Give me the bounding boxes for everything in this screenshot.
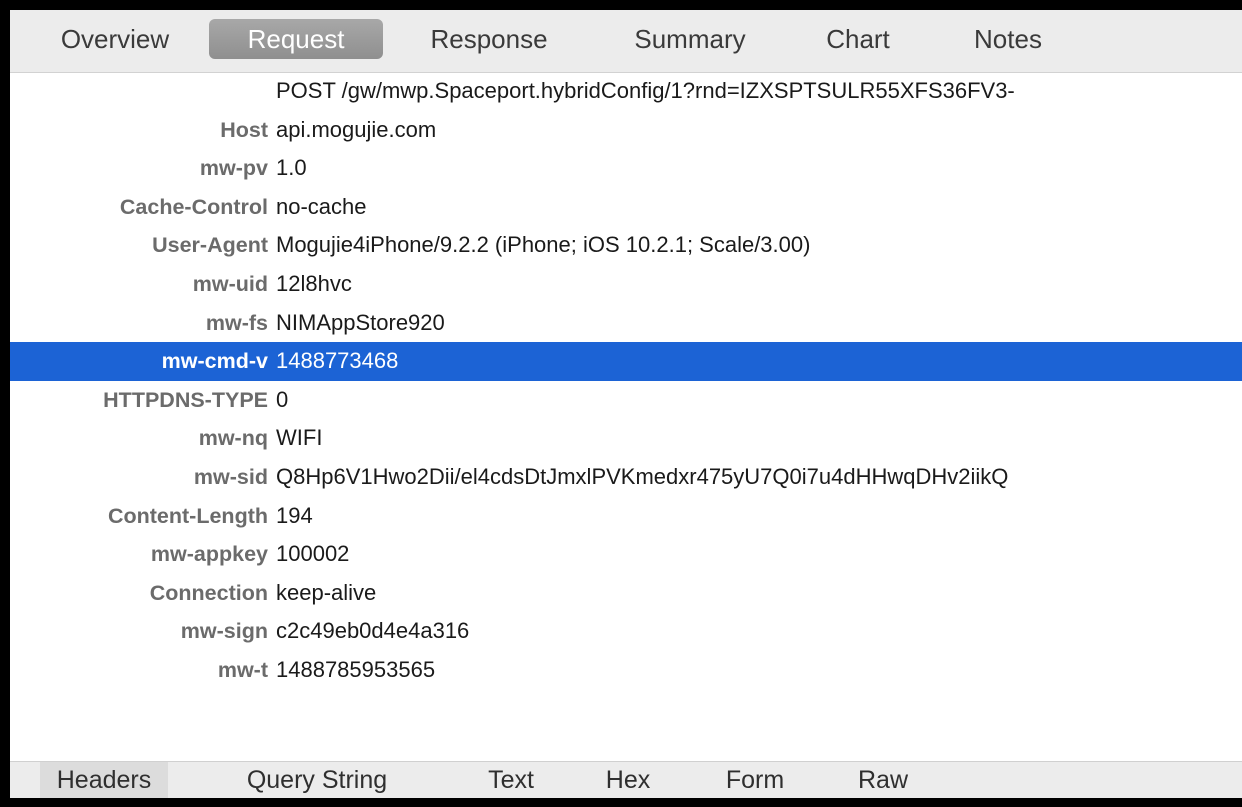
header-key: Host	[220, 117, 268, 142]
header-row[interactable]: Content-Length 194	[10, 497, 1242, 536]
header-value: 12l8hvc	[276, 270, 352, 296]
header-key: mw-appkey	[150, 542, 268, 567]
tab-hex[interactable]: Hex	[593, 762, 663, 798]
header-key: mw-cmd-v	[161, 349, 268, 374]
header-value: 1.0	[276, 155, 307, 181]
header-key: mw-uid	[192, 271, 268, 296]
tab-headers[interactable]: Headers	[40, 762, 168, 798]
header-key: Content-Length	[107, 503, 268, 528]
header-value: Q8Hp6V1Hwo2Dii/el4cdsDtJmxlPVKmedxr475yU…	[276, 463, 1009, 489]
header-row[interactable]: mw-appkey 100002	[10, 535, 1242, 574]
top-tab-bar: Overview Request Response Summary Chart …	[10, 10, 1242, 73]
tab-request[interactable]: Request	[209, 19, 383, 59]
header-value: POST /gw/mwp.Spaceport.hybridConfig/1?rn…	[276, 78, 1015, 103]
header-row[interactable]: mw-sid Q8Hp6V1Hwo2Dii/el4cdsDtJmxlPVKmed…	[10, 458, 1242, 497]
header-key: mw-sid	[193, 464, 268, 489]
tab-form[interactable]: Form	[711, 762, 799, 798]
tab-raw[interactable]: Raw	[848, 762, 918, 798]
header-value: 194	[276, 502, 313, 528]
header-row[interactable]: mw-sign c2c49eb0d4e4a316	[10, 612, 1242, 651]
header-key: Connection	[149, 580, 268, 605]
tab-summary[interactable]: Summary	[615, 19, 765, 59]
header-key: mw-sign	[180, 619, 268, 644]
header-key: User-Agent	[152, 233, 268, 258]
request-inspector-window: Overview Request Response Summary Chart …	[10, 10, 1242, 798]
header-row[interactable]: mw-pv 1.0	[10, 149, 1242, 188]
header-key: mw-fs	[205, 310, 268, 335]
tab-notes[interactable]: Notes	[960, 19, 1056, 59]
header-key: mw-pv	[199, 156, 268, 181]
header-key: HTTPDNS-TYPE	[103, 387, 268, 412]
header-row[interactable]: Connection keep-alive	[10, 574, 1242, 613]
header-key: mw-nq	[198, 426, 268, 451]
header-value: no-cache	[276, 193, 367, 219]
header-row[interactable]: Host api.mogujie.com	[10, 111, 1242, 150]
header-value: 1488785953565	[276, 656, 436, 682]
header-value: 0	[276, 386, 289, 412]
tab-query-string[interactable]: Query String	[222, 762, 412, 798]
header-value: 1488773468	[276, 348, 399, 374]
header-value: WIFI	[276, 425, 323, 451]
header-key: mw-t	[217, 657, 268, 682]
header-value: 100002	[276, 541, 350, 567]
tab-text[interactable]: Text	[466, 762, 556, 798]
header-row[interactable]: mw-fs NIMAppStore920	[10, 304, 1242, 343]
headers-table: POST /gw/mwp.Spaceport.hybridConfig/1?rn…	[10, 72, 1242, 690]
header-row[interactable]: Cache-Control no-cache	[10, 188, 1242, 227]
header-row[interactable]: mw-t 1488785953565	[10, 651, 1242, 690]
header-value: Mogujie4iPhone/9.2.2 (iPhone; iOS 10.2.1…	[276, 232, 811, 258]
header-row[interactable]: POST /gw/mwp.Spaceport.hybridConfig/1?rn…	[10, 72, 1242, 111]
header-row[interactable]: mw-nq WIFI	[10, 419, 1242, 458]
header-value: NIMAppStore920	[276, 309, 445, 335]
header-row-selected[interactable]: mw-cmd-v 1488773468	[10, 342, 1242, 381]
header-row[interactable]: HTTPDNS-TYPE 0	[10, 381, 1242, 420]
tab-chart[interactable]: Chart	[810, 19, 906, 59]
header-row[interactable]: mw-uid 12l8hvc	[10, 265, 1242, 304]
bottom-tab-bar: Headers Query String Text Hex Form Raw	[10, 761, 1242, 798]
header-value: c2c49eb0d4e4a316	[276, 618, 470, 644]
header-row[interactable]: User-Agent Mogujie4iPhone/9.2.2 (iPhone;…	[10, 226, 1242, 265]
tab-overview[interactable]: Overview	[50, 19, 180, 59]
header-value: keep-alive	[276, 579, 377, 605]
header-key: Cache-Control	[119, 194, 268, 219]
tab-response[interactable]: Response	[414, 19, 564, 59]
header-value: api.mogujie.com	[276, 116, 437, 142]
